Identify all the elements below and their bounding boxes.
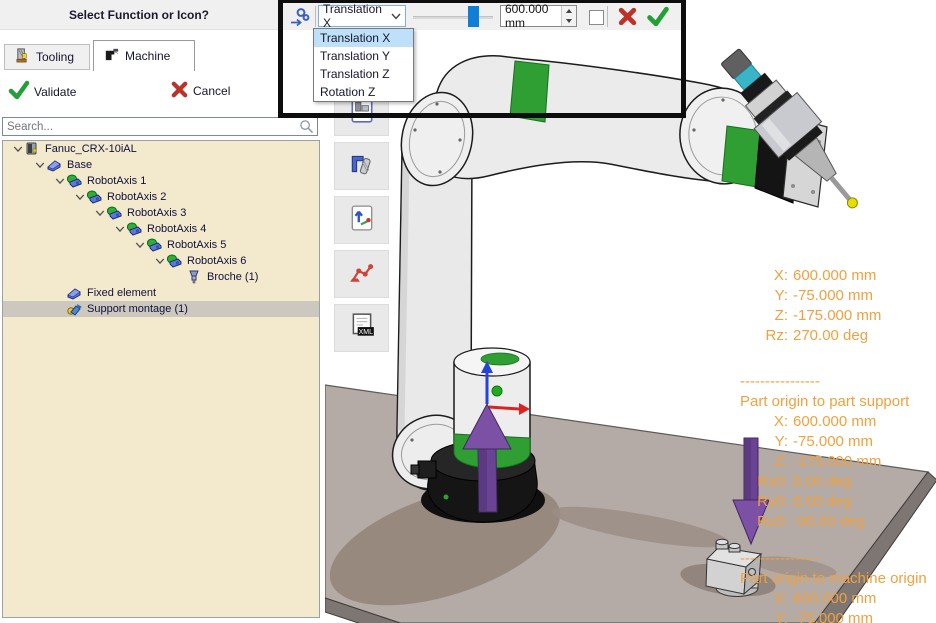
robot-kinematics-icon [348, 258, 376, 291]
cancel-transform-button[interactable] [614, 5, 640, 28]
caliper-measure-icon [348, 150, 376, 183]
chevron-placeholder [173, 271, 187, 284]
red-x-icon [170, 80, 189, 102]
spin-up-button[interactable] [562, 6, 576, 16]
dropdown-option[interactable]: Translation Y [314, 47, 413, 65]
side-toolbar-button[interactable]: XML [334, 304, 389, 352]
chevron-expanded-icon[interactable] [113, 223, 127, 236]
chevron-expanded-icon[interactable] [93, 207, 107, 220]
chevron-expanded-icon[interactable] [11, 143, 25, 156]
tree-item[interactable]: Fanuc_CRX-10iAL [3, 141, 319, 157]
tree-item[interactable]: RobotAxis 6 [3, 253, 319, 269]
import-axes-document-icon [348, 204, 376, 237]
spin-down-button[interactable] [562, 16, 576, 26]
search-input[interactable] [3, 121, 299, 133]
element-icon [47, 158, 63, 172]
tree-item-label: RobotAxis 4 [147, 223, 210, 235]
tree-item-label: RobotAxis 1 [87, 175, 150, 187]
green-check-icon [8, 80, 30, 103]
kinematics-chain-icon [287, 5, 313, 28]
tree-item-label: Broche (1) [207, 271, 262, 283]
machine-node-icon [25, 142, 41, 156]
tree-item[interactable]: Fixed element [3, 285, 319, 301]
spindle-icon [187, 270, 203, 284]
value-slider-handle[interactable] [468, 6, 479, 27]
machine-icon [103, 46, 120, 66]
chevron-expanded-icon[interactable] [33, 159, 47, 172]
tooling-tool-icon [14, 47, 31, 67]
panel-header: Select Function or Icon? [0, 0, 278, 30]
axis-icon [167, 254, 183, 268]
xml-export-icon: XML [348, 312, 376, 345]
side-toolbar-button[interactable] [334, 196, 389, 244]
tree-item[interactable]: RobotAxis 4 [3, 221, 319, 237]
value-spinbox[interactable]: 600.000 mm [500, 5, 577, 27]
tree-item[interactable]: Support montage (1) [3, 301, 319, 317]
tree-item-label: Fixed element [87, 287, 160, 299]
tab-machine[interactable]: Machine [93, 40, 195, 71]
axis-icon [87, 190, 103, 204]
function-panel: Select Function or Icon? Tooling Machine… [0, 0, 325, 623]
tree-item-label: RobotAxis 3 [127, 207, 190, 219]
value-spinbox-value: 600.000 mm [501, 2, 561, 30]
tab-tooling[interactable]: Tooling [4, 44, 90, 70]
tree-item[interactable]: Base [3, 157, 319, 173]
svg-text:XML: XML [358, 329, 373, 336]
search-icon[interactable] [299, 119, 317, 134]
search-box [2, 117, 318, 136]
chevron-expanded-icon[interactable] [53, 175, 67, 188]
validate-label: Validate [34, 85, 76, 99]
transform-mode-value: Translation X [323, 2, 391, 30]
axis-icon [67, 174, 83, 188]
tree-item[interactable]: Broche (1) [3, 269, 319, 285]
axis-icon [147, 238, 163, 252]
dropdown-option[interactable]: Translation X [314, 29, 413, 47]
axis-icon [127, 222, 143, 236]
panel-title: Select Function or Icon? [69, 8, 209, 22]
toolbar-separator [315, 6, 316, 27]
transform-mode-select[interactable]: Translation X [318, 5, 406, 27]
tab-machine-label: Machine [125, 49, 170, 63]
support-icon [67, 302, 83, 316]
cancel-button[interactable]: Cancel [170, 80, 230, 102]
chevron-placeholder [53, 287, 67, 300]
side-toolbar-button[interactable] [334, 142, 389, 190]
chevron-down-icon [391, 9, 401, 23]
tab-tooling-label: Tooling [36, 50, 74, 64]
transform-toolbar: Translation X 600.000 mm [283, 3, 681, 30]
confirm-transform-button[interactable] [645, 5, 671, 28]
tree-item-label: RobotAxis 6 [187, 255, 250, 267]
tree-item[interactable]: RobotAxis 1 [3, 173, 319, 189]
validate-button[interactable]: Validate [8, 80, 76, 103]
element-icon [67, 286, 83, 300]
chevron-placeholder [53, 303, 67, 316]
tree-item[interactable]: RobotAxis 2 [3, 189, 319, 205]
dropdown-option[interactable]: Translation Z [314, 65, 413, 83]
tree-item[interactable]: RobotAxis 5 [3, 237, 319, 253]
value-slider-track[interactable] [413, 16, 493, 19]
tree-item-label: RobotAxis 5 [167, 239, 230, 251]
chevron-expanded-icon[interactable] [133, 239, 147, 252]
tree-item-label: Base [67, 159, 96, 171]
tree-item[interactable]: RobotAxis 3 [3, 205, 319, 221]
transform-mode-dropdown: Translation XTranslation YTranslation ZR… [313, 28, 414, 102]
dropdown-option[interactable]: Rotation Z [314, 83, 413, 101]
toolbar-separator [607, 6, 608, 27]
toolbar-checkbox[interactable] [589, 10, 604, 25]
chevron-expanded-icon[interactable] [73, 191, 87, 204]
cancel-label: Cancel [193, 84, 230, 98]
chevron-expanded-icon[interactable] [153, 255, 167, 268]
axis-icon [107, 206, 123, 220]
tree-item-label: Fanuc_CRX-10iAL [45, 143, 141, 155]
tree-item-label: RobotAxis 2 [107, 191, 170, 203]
tree-item-label: Support montage (1) [87, 303, 192, 315]
side-toolbar-button[interactable] [334, 250, 389, 298]
tree: Fanuc_CRX-10iAL Base RobotAxis 1 RobotAxis … [2, 140, 320, 618]
